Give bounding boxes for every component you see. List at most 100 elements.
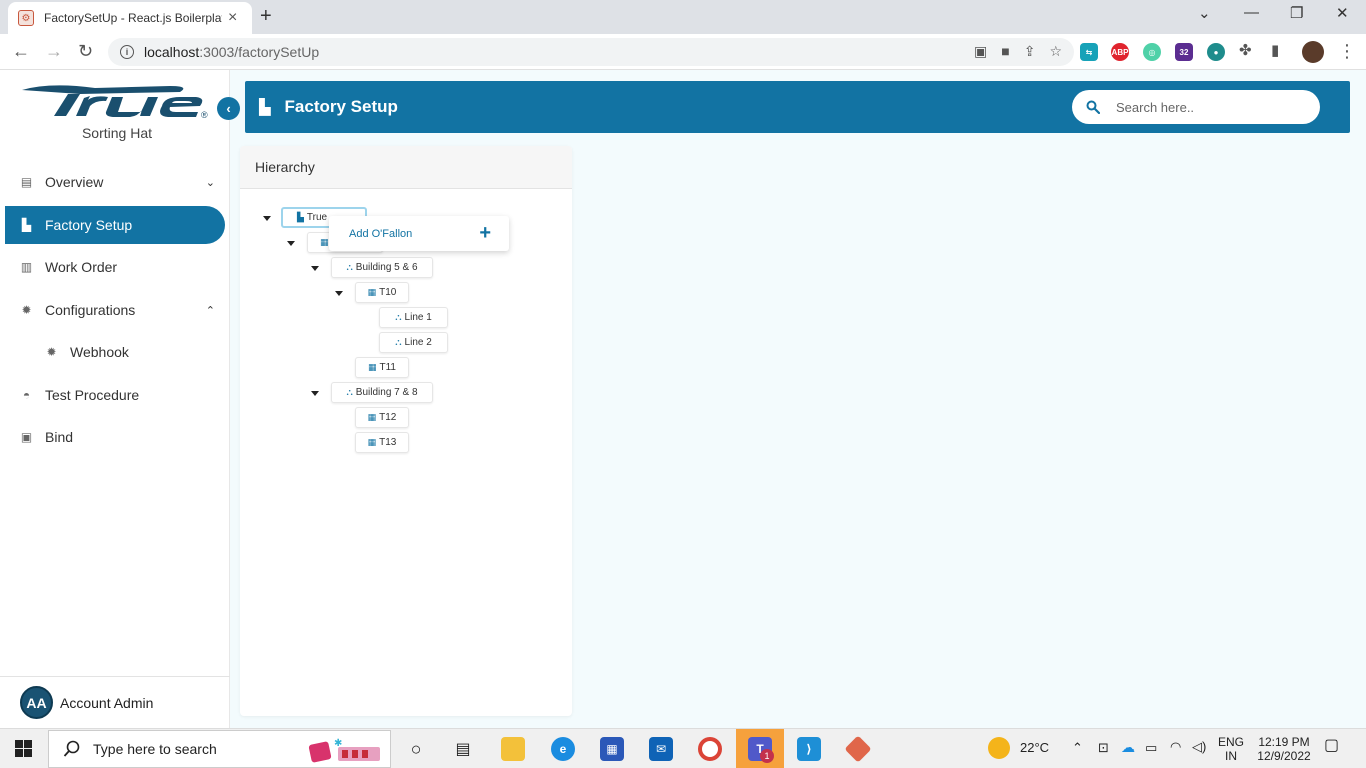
factory-icon: ▙ [259, 99, 271, 116]
registered-mark: ® [201, 110, 208, 118]
tab-close-icon[interactable]: × [228, 10, 237, 26]
sitemap-icon: ⛬ [346, 387, 353, 397]
battery-icon[interactable]: ▭ [1145, 741, 1157, 755]
browser-menu-icon[interactable]: ⋮ [1338, 41, 1356, 61]
tree-node-building-7-8[interactable]: ⛬ Building 7 & 8 [331, 382, 433, 403]
search-highlight-illustration-icon: ✱ [308, 738, 380, 763]
notifications-icon[interactable]: ▢ [1324, 738, 1339, 754]
new-tab-button[interactable]: + [260, 6, 272, 26]
clipboard-icon: ▥ [20, 260, 33, 274]
weather-icon[interactable] [988, 737, 1010, 759]
weather-temp[interactable]: 22°C [1020, 741, 1049, 755]
forward-icon[interactable]: → [45, 41, 63, 61]
side-panel-icon[interactable]: ▮ [1271, 41, 1279, 61]
app-root: ® Sorting Hat ▤ Overview ⌄ ▙ Factory Set… [0, 70, 1366, 728]
sidebar-item-factory-setup[interactable]: ▙ Factory Setup [5, 206, 225, 244]
sidebar-item-configurations[interactable]: ✹ Configurations ⌃ [5, 291, 225, 329]
reload-icon[interactable]: ↻ [78, 41, 93, 61]
minimize-button[interactable]: — [1244, 4, 1259, 21]
widgets-icon[interactable]: ▤ [451, 737, 475, 761]
extension-translate-icon[interactable]: ⇆ [1080, 43, 1098, 61]
expand-caret-icon[interactable] [287, 241, 295, 246]
chrome-icon[interactable] [698, 737, 722, 761]
sidebar-item-work-order[interactable]: ▥ Work Order [5, 248, 225, 286]
browser-tab[interactable]: ⚙ FactorySetUp - React.js Boilerplat × [8, 2, 252, 34]
onedrive-icon[interactable]: ☁ [1121, 740, 1135, 754]
bind-icon: ▣ [20, 430, 33, 444]
git-icon[interactable] [844, 735, 872, 763]
sidebar-collapse-button[interactable]: ‹ [217, 97, 240, 120]
extension-graduation-icon[interactable]: 32 [1175, 43, 1193, 61]
expand-caret-icon[interactable] [311, 266, 319, 271]
account-section[interactable]: AA Account Admin [0, 676, 230, 728]
tree-node-t10[interactable]: ▦ T10 [355, 282, 409, 303]
wifi-icon[interactable]: ◠ [1170, 740, 1181, 754]
url-field[interactable]: i localhost:3003/factorySetUp ▣ ■ ⇪ ☆ [108, 38, 1074, 66]
tab-title: FactorySetUp - React.js Boilerplat [44, 11, 222, 25]
sidebar-item-webhook[interactable]: ✹ Webhook [5, 333, 225, 371]
camera-icon[interactable]: ■ [1001, 43, 1009, 60]
building-icon: ▦ [320, 237, 329, 247]
windows-start-icon[interactable] [15, 740, 32, 757]
tray-chevron-icon[interactable]: ⌃ [1072, 741, 1083, 755]
add-node-plus-button[interactable]: + [479, 221, 491, 245]
svg-text:✱: ✱ [334, 738, 342, 749]
tree-node-t13[interactable]: ▦ T13 [355, 432, 409, 453]
sidebar-item-label: Bind [45, 429, 74, 445]
gear-icon: ✹ [21, 303, 32, 317]
tree-node-building-5-6[interactable]: ⛬ Building 5 & 6 [331, 257, 433, 278]
omnibox-actions: ▣ ■ ⇪ ☆ [974, 43, 1062, 60]
add-node-popup[interactable]: Add O'Fallon + [329, 216, 509, 251]
share-icon[interactable]: ⇪ [1024, 43, 1036, 60]
chevron-up-icon: ⌃ [205, 304, 215, 317]
tree-node-line-2[interactable]: ⛬ Line 2 [379, 332, 448, 353]
mail-icon[interactable]: ✉ [649, 737, 673, 761]
profile-avatar-icon[interactable] [1302, 41, 1324, 63]
node-label: T12 [379, 412, 397, 423]
edge-icon[interactable]: e [551, 737, 575, 761]
clock[interactable]: 12:19 PM 12/9/2022 [1254, 735, 1314, 763]
building-icon: ▦ [367, 437, 377, 447]
site-info-icon[interactable]: i [120, 45, 134, 59]
expand-caret-icon[interactable] [311, 391, 319, 396]
tree-node-t12[interactable]: ▦ T12 [355, 407, 409, 428]
tray-app-icon[interactable]: ⊡ [1098, 741, 1109, 755]
add-node-label[interactable]: Add O'Fallon [349, 228, 412, 240]
task-view-icon[interactable]: ○ [404, 737, 428, 761]
sitemap-icon: ⛬ [395, 312, 402, 322]
back-icon[interactable]: ← [12, 41, 30, 61]
restore-button[interactable]: ❐ [1290, 4, 1303, 22]
extension-record-icon[interactable]: ● [1207, 43, 1225, 61]
sidebar-item-bind[interactable]: ▣ Bind [5, 418, 225, 456]
popup-blocked-icon[interactable]: ▣ [974, 43, 987, 60]
expand-caret-icon[interactable] [335, 291, 343, 296]
node-label: T13 [379, 437, 397, 448]
adblock-icon[interactable]: ABP [1111, 43, 1129, 61]
bookmark-star-icon[interactable]: ☆ [1049, 43, 1062, 60]
tree-node-line-1[interactable]: ⛬ Line 1 [379, 307, 448, 328]
hierarchy-title: Hierarchy [240, 146, 572, 189]
url-path: :3003/factorySetUp [199, 44, 320, 60]
tab-search-icon[interactable]: ⌄ [1198, 4, 1211, 22]
sidebar-item-overview[interactable]: ▤ Overview ⌄ [5, 163, 225, 201]
clock-time: 12:19 PM [1258, 735, 1310, 749]
tree-node-t11[interactable]: ▦ T11 [355, 357, 409, 378]
extensions-puzzle-icon[interactable]: ✤ [1239, 41, 1252, 61]
sidebar-item-label: Webhook [70, 344, 129, 360]
building-icon: ▦ [367, 362, 377, 372]
avatar[interactable]: AA [20, 686, 53, 719]
expand-caret-icon[interactable] [263, 216, 271, 221]
extension-circle-icon[interactable]: ◎ [1143, 43, 1161, 61]
taskbar-search[interactable]: Type here to search ✱ [48, 730, 391, 768]
language-indicator[interactable]: ENG IN [1218, 735, 1244, 763]
search-input[interactable] [1116, 99, 1296, 115]
store-icon[interactable]: ▦ [600, 737, 624, 761]
vscode-icon[interactable]: ⟩ [797, 737, 821, 761]
volume-icon[interactable]: ◁) [1192, 740, 1206, 754]
windows-taskbar: Type here to search ✱ ○ ▤ e ▦ ✉ T 1 ⟩ 22… [0, 728, 1366, 768]
search-box[interactable] [1072, 90, 1320, 124]
sidebar-item-label: Work Order [45, 259, 118, 275]
file-explorer-icon[interactable] [501, 737, 525, 761]
sidebar-item-test-procedure[interactable]: ◓ Test Procedure [5, 376, 225, 414]
close-window-button[interactable]: ✕ [1336, 4, 1349, 22]
